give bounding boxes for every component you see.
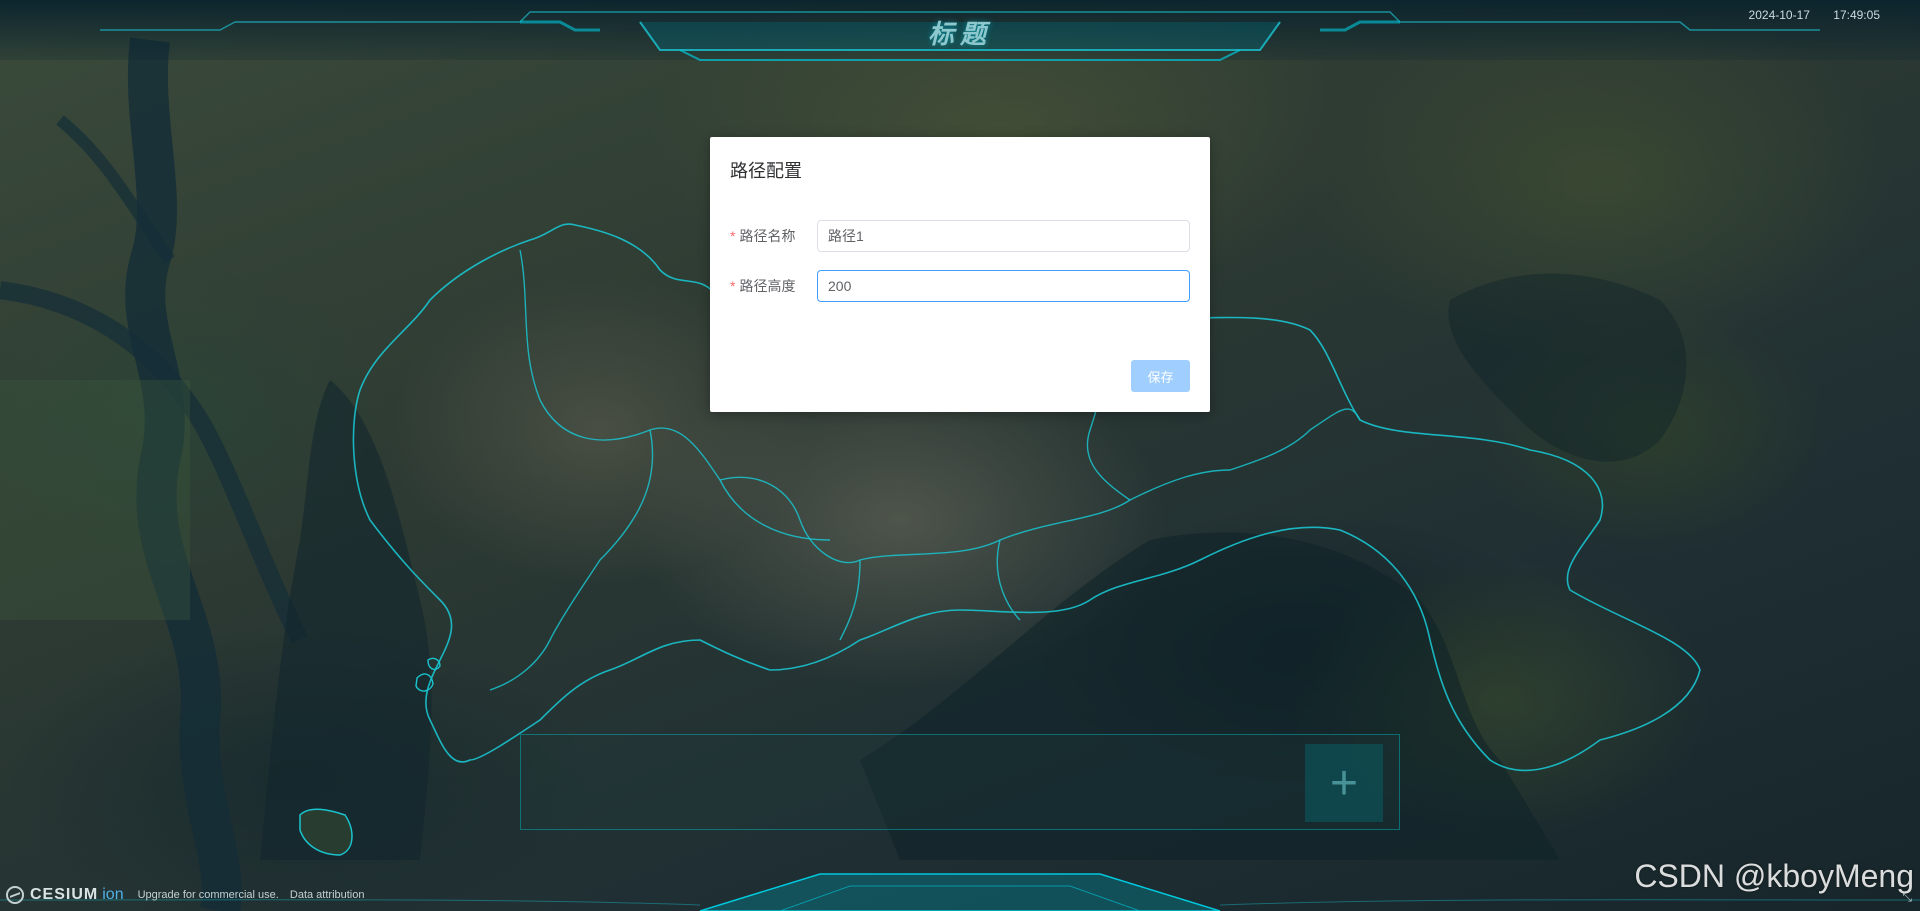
fullscreen-icon[interactable]: ⤡ [1902, 890, 1912, 905]
path-height-input[interactable] [817, 270, 1190, 302]
add-path-button[interactable]: + [1305, 744, 1383, 822]
dialog-title: 路径配置 [730, 161, 802, 181]
path-height-label: * 路径高度 [730, 278, 796, 294]
path-name-input[interactable] [817, 220, 1190, 252]
path-config-dialog: 路径配置 *路径名称 *路径高度 保存 [710, 137, 1210, 412]
save-button[interactable]: 保存 [1131, 360, 1190, 392]
watermark: CSDN @kboyMeng [1634, 858, 1914, 894]
credit-links: Upgrade for commercial use. Data attribu… [130, 889, 365, 901]
cesium-brand: CESIUM [30, 886, 99, 903]
path-name-row: * 路径名称 [730, 220, 1190, 252]
date-time-readout: 2024-10-17 17:49:05 [1729, 8, 1880, 22]
data-attribution-link[interactable]: Data attribution [290, 889, 365, 901]
cesium-ion-label: ion [102, 886, 124, 903]
top-header: 标题 2024-10-17 17:49:05 [0, 0, 1920, 61]
page-title: 标题 [927, 19, 992, 49]
bottom-toolbar-panel [520, 734, 1400, 830]
required-asterisk: * [730, 278, 736, 294]
cesium-map-viewport[interactable]: 标题 2024-10-17 17:49:05 + CESIUM ion Upgr… [0, 0, 1920, 911]
upgrade-link[interactable]: Upgrade for commercial use. [138, 889, 279, 901]
current-date: 2024-10-17 [1748, 8, 1810, 22]
cesium-logo-icon [6, 886, 24, 904]
path-name-label: * 路径名称 [730, 228, 796, 244]
required-asterisk: * [730, 228, 736, 244]
plus-icon: + [1329, 756, 1359, 810]
current-time: 17:49:05 [1833, 8, 1880, 22]
path-height-row: * 路径高度 [730, 270, 1190, 302]
cesium-credit: CESIUM ion Upgrade for commercial use. D… [6, 886, 365, 904]
